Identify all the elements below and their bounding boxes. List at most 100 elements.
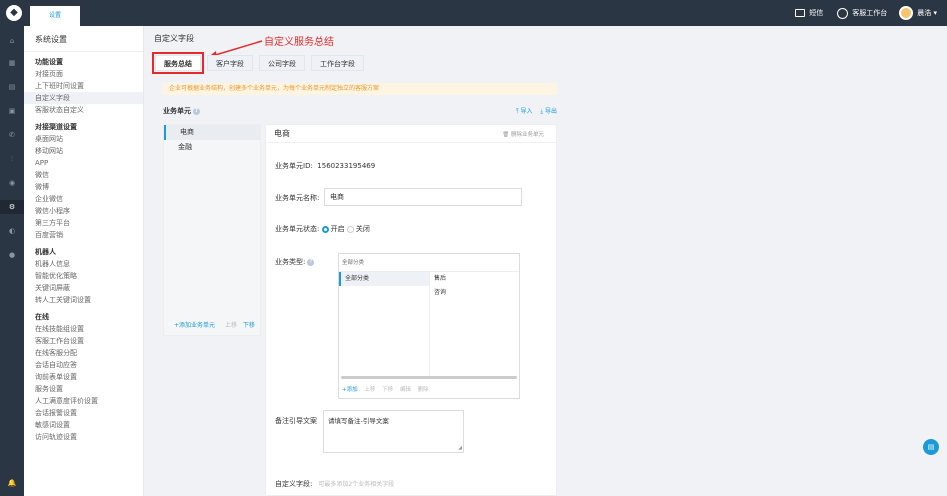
- sidebar-item[interactable]: 上下班时间设置: [24, 80, 143, 92]
- unit-name-input[interactable]: 电商: [324, 188, 522, 206]
- headset-icon[interactable]: [837, 7, 849, 19]
- left-icon-bar: ⌂ ▦ ▤ ▣ ✆ ⫶ ◉ ⚙ ◐ ● 🔔: [0, 26, 24, 496]
- sidebar-item[interactable]: 人工满意度评价设置: [24, 395, 143, 407]
- status-on-label[interactable]: 开启: [331, 225, 345, 233]
- floating-chat-button[interactable]: ▤: [923, 439, 939, 455]
- nav-icon-8[interactable]: ◐: [0, 224, 24, 238]
- sidebar-item[interactable]: 自定义字段: [24, 92, 143, 104]
- workbench-link[interactable]: 客服工作台: [852, 8, 887, 18]
- type-delete-button[interactable]: 删除: [418, 387, 429, 393]
- notice-banner: 企业可根据业务结构，创建多个业务单元，为每个业务单元制定独立的客服方案: [163, 83, 557, 95]
- sms-link[interactable]: 短信: [809, 8, 823, 18]
- unit-name-label: 业务单元名称:: [275, 194, 320, 202]
- settings-sidebar: 系统设置 功能设置 对接页面 上下班时间设置 自定义字段 客服状态自定义 对接渠道设置 桌面…: [24, 26, 144, 496]
- note-label: 备注引导文案: [275, 417, 317, 425]
- unit-status-row: 业务单元状态: 开启 关闭: [275, 225, 370, 233]
- business-unit-heading: 业务单元?: [163, 106, 200, 116]
- annotation-label: 自定义服务总结: [264, 37, 334, 48]
- app-logo-icon[interactable]: ◆: [6, 5, 22, 21]
- type-down-button[interactable]: 下移: [382, 387, 393, 393]
- nav-icon-6[interactable]: ◉: [0, 176, 24, 190]
- sidebar-item[interactable]: 移动网站: [24, 145, 143, 157]
- sidebar-item[interactable]: 桌面网站: [24, 133, 143, 145]
- sidebar-item[interactable]: 微信小程序: [24, 205, 143, 217]
- import-button[interactable]: ⤒ 导入: [516, 108, 533, 115]
- move-up-button[interactable]: 上移: [225, 322, 237, 329]
- sidebar-item[interactable]: APP: [24, 157, 143, 169]
- status-off-label[interactable]: 关闭: [356, 225, 370, 233]
- nav-icon-3[interactable]: ▣: [0, 104, 24, 118]
- add-unit-button[interactable]: +添加业务单元: [174, 322, 215, 329]
- page-title: 自定义字段: [154, 34, 194, 43]
- sidebar-item[interactable]: 服务设置: [24, 383, 143, 395]
- unit-list-footer: +添加业务单元 上移 下移: [174, 320, 255, 329]
- sidebar-item[interactable]: 智能优化策略: [24, 270, 143, 282]
- sms-icon[interactable]: [795, 9, 806, 17]
- type-scrollbar[interactable]: [341, 376, 517, 379]
- note-textarea[interactable]: 请填写备注-引导文案 ◢: [323, 410, 464, 453]
- nav-icon-5[interactable]: ⫶: [0, 152, 24, 166]
- sidebar-divider: [24, 51, 143, 52]
- type-item[interactable]: 售后: [430, 272, 520, 286]
- type-item[interactable]: 全部分类: [339, 272, 429, 286]
- custom-field-row: 自定义字段: 可最多添加2个业务相关字段: [275, 479, 394, 489]
- sidebar-item[interactable]: 敏感词设置: [24, 419, 143, 431]
- move-down-button[interactable]: 下移: [243, 322, 255, 329]
- sidebar-item[interactable]: 转人工关键词设置: [24, 294, 143, 306]
- tab-0[interactable]: 服务总结: [152, 52, 204, 74]
- type-item[interactable]: 咨询: [430, 286, 520, 300]
- resize-handle-icon[interactable]: ◢: [458, 445, 462, 451]
- sidebar-item[interactable]: 百度营销: [24, 229, 143, 241]
- sidebar-item[interactable]: 访问轨迹设置: [24, 431, 143, 443]
- tab-1[interactable]: 客户字段: [207, 55, 253, 71]
- avatar[interactable]: [899, 6, 914, 20]
- nav-icon-10[interactable]: 🔔: [0, 476, 24, 490]
- export-button[interactable]: ⤓ 导出: [540, 108, 557, 115]
- sidebar-item[interactable]: 对接页面: [24, 68, 143, 80]
- sidebar-item[interactable]: 机器人信息: [24, 258, 143, 270]
- sidebar-item[interactable]: 会话报警设置: [24, 407, 143, 419]
- status-off-radio[interactable]: [346, 225, 354, 233]
- type-help-icon[interactable]: ?: [307, 258, 315, 266]
- sidebar-group-title: 功能设置: [35, 58, 63, 66]
- type-breadcrumb: 全部分类: [339, 254, 519, 272]
- sidebar-item[interactable]: 在线技能组设置: [24, 323, 143, 335]
- type-up-button[interactable]: 上移: [364, 387, 375, 393]
- business-unit-item[interactable]: 金融: [164, 140, 260, 155]
- note-text: 请填写备注-引导文案: [328, 417, 389, 425]
- status-on-radio[interactable]: [321, 225, 329, 233]
- tab-3[interactable]: 工作台字段: [311, 55, 364, 71]
- sidebar-item[interactable]: 会话自动应答: [24, 359, 143, 371]
- business-unit-label: 业务单元: [163, 107, 191, 115]
- nav-icon-1[interactable]: ▦: [0, 56, 24, 70]
- nav-icon-2[interactable]: ▤: [0, 80, 24, 94]
- type-edit-button[interactable]: 编辑: [400, 387, 411, 393]
- sidebar-item[interactable]: 客服状态自定义: [24, 104, 143, 116]
- sidebar-item[interactable]: 客服工作台设置: [24, 335, 143, 347]
- nav-icon-4[interactable]: ✆: [0, 128, 24, 142]
- business-unit-item[interactable]: 电商: [164, 125, 260, 140]
- top-tab-settings[interactable]: 设置: [30, 6, 80, 26]
- sidebar-item[interactable]: 关键词屏蔽: [24, 282, 143, 294]
- main-content: 自定义字段 自定义服务总结 服务总结 客户字段 公司字段 工作台字段 企业可根据业务结…: [144, 26, 947, 496]
- nav-icon-7[interactable]: ⚙: [0, 200, 24, 214]
- nav-icon-0[interactable]: ⌂: [0, 34, 24, 48]
- delete-unit-button[interactable]: 🗑 删除业务单元: [502, 130, 544, 138]
- sidebar-group-title: 在线: [35, 313, 49, 321]
- help-icon[interactable]: ?: [193, 107, 200, 115]
- type-add-button[interactable]: +添加: [342, 387, 358, 393]
- sidebar-item[interactable]: 企业微信: [24, 193, 143, 205]
- nav-icon-9[interactable]: ●: [0, 248, 24, 262]
- import-export: ⤒ 导入 ⤓ 导出: [510, 106, 557, 116]
- user-menu[interactable]: 晨浩 ▾: [917, 8, 937, 18]
- sidebar-item[interactable]: 询前表单设置: [24, 371, 143, 383]
- sidebar-item[interactable]: 在线客服分配: [24, 347, 143, 359]
- sidebar-title: 系统设置: [35, 35, 67, 44]
- type-actions: +添加 上移 下移 编辑 删除: [342, 385, 434, 393]
- sidebar-item[interactable]: 微信: [24, 169, 143, 181]
- sidebar-item[interactable]: 第三方平台: [24, 217, 143, 229]
- tab-2[interactable]: 公司字段: [259, 55, 305, 71]
- sidebar-item[interactable]: 微博: [24, 181, 143, 193]
- business-type-selector: 全部分类 全部分类 售后 咨询 +添加 上移 下移 编辑 删除: [338, 253, 520, 399]
- tab-bar: 服务总结 客户字段 公司字段 工作台字段: [152, 52, 370, 74]
